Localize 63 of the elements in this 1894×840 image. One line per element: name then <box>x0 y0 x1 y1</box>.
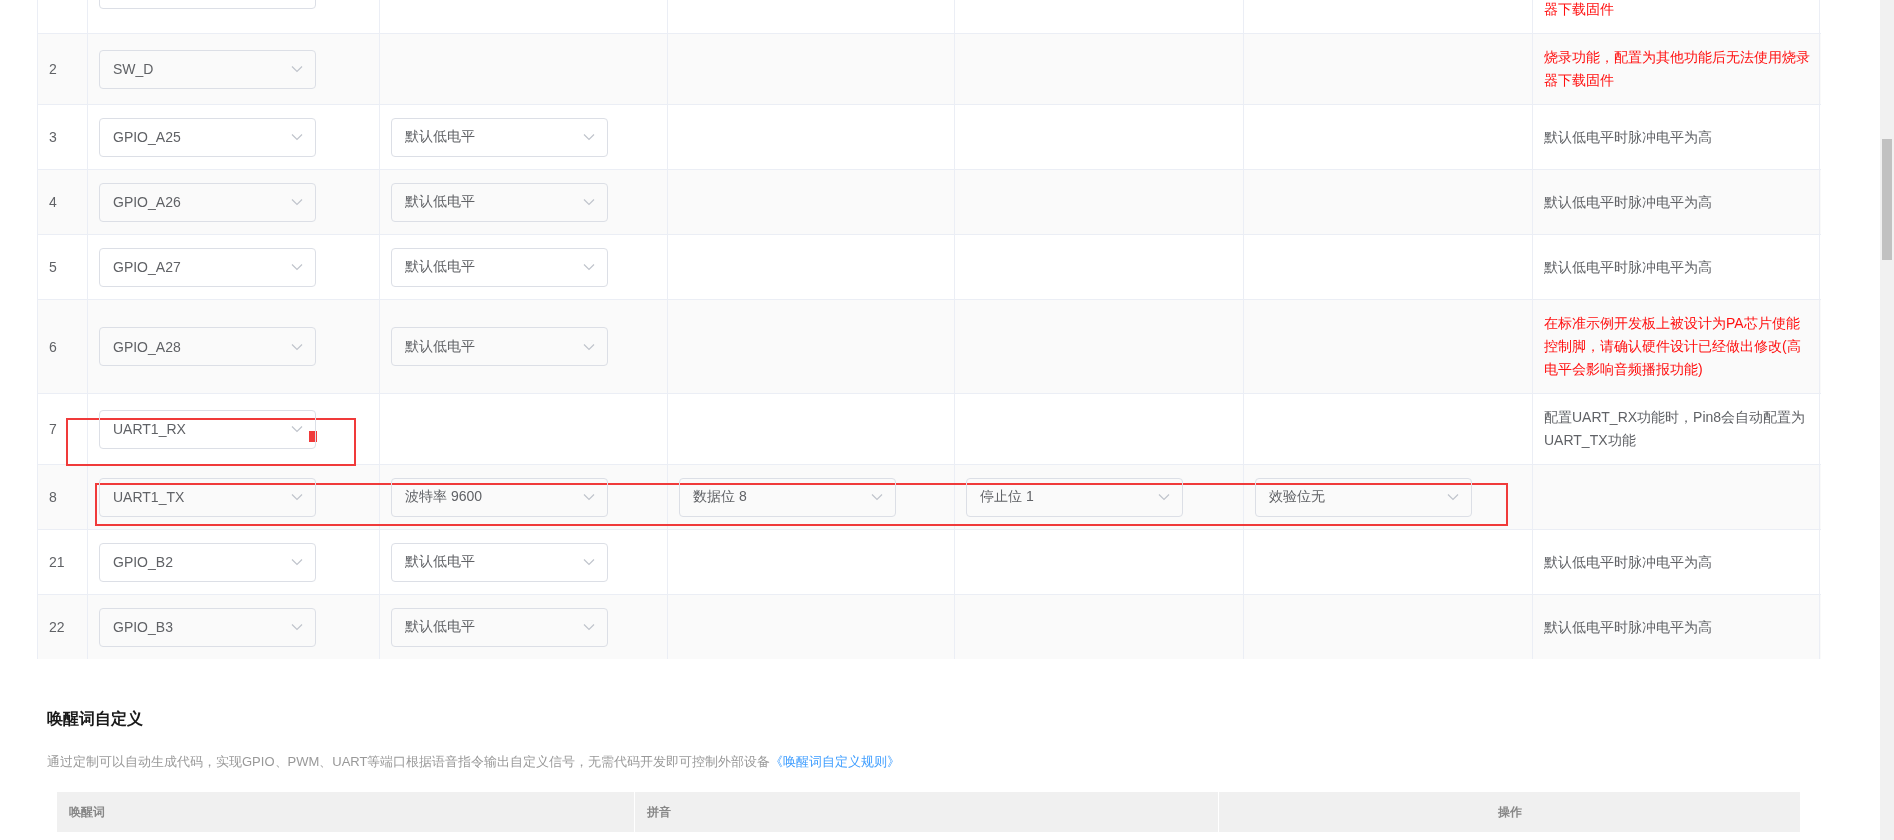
chevron-down-icon <box>291 263 303 271</box>
chevron-down-icon <box>1158 493 1170 501</box>
pin-note: 默认低电平时脉冲电平为高 <box>1544 127 1712 147</box>
scrollbar[interactable] <box>1880 0 1894 840</box>
section-title: 唤醒词自定义 <box>47 709 144 729</box>
function-select[interactable]: GPIO_A26 <box>99 182 316 222</box>
pin-note: 烧录功能，配置为其他功能后无法使用烧录器下载固件 <box>1544 48 1811 90</box>
setting-select[interactable]: 默认低电平 <box>391 117 608 157</box>
setting-select[interactable]: 默认低电平 <box>391 607 608 647</box>
setting-select[interactable]: 效验位无 <box>1255 477 1472 517</box>
function-select[interactable]: GPIO_A27 <box>99 247 316 287</box>
pin-number: 22 <box>49 619 65 635</box>
function-select[interactable]: UART1_TX <box>99 477 316 517</box>
pin-note: 器下载固件 <box>1544 0 1614 19</box>
function-select[interactable]: UART1_RX <box>99 409 316 449</box>
chevron-down-icon <box>291 425 303 433</box>
pin-number: 21 <box>49 554 65 570</box>
marker-icon <box>309 431 317 442</box>
pin-number: 5 <box>49 259 57 275</box>
pin-note: 默认低电平时脉冲电平为高 <box>1544 617 1712 637</box>
chevron-down-icon <box>583 133 595 141</box>
setting-select[interactable]: 默认低电平 <box>391 542 608 582</box>
setting-select[interactable]: 默认低电平 <box>391 327 608 366</box>
column-header: 操作 <box>1497 803 1522 821</box>
chevron-down-icon <box>583 623 595 631</box>
chevron-down-icon <box>583 558 595 566</box>
setting-select[interactable]: 默认低电平 <box>391 182 608 222</box>
function-select[interactable]: GPIO_A28 <box>99 327 316 366</box>
pin-note: 在标准示例开发板上被设计为PA芯片使能控制脚，请确认硬件设计已经做出修改(高电平会影响音频播报功能) <box>1544 314 1802 379</box>
chevron-down-icon <box>871 493 883 501</box>
pin-note: 配置UART_RX功能时，Pin8会自动配置为UART_TX功能 <box>1544 408 1807 450</box>
chevron-down-icon <box>291 623 303 631</box>
chevron-down-icon <box>1447 493 1459 501</box>
chevron-down-icon <box>291 198 303 206</box>
pin-number: 2 <box>49 61 57 77</box>
column-header: 拼音 <box>647 803 671 821</box>
pin-note: 默认低电平时脉冲电平为高 <box>1544 192 1712 212</box>
chevron-down-icon <box>291 133 303 141</box>
chevron-down-icon <box>583 198 595 206</box>
scrollbar-thumb[interactable] <box>1882 139 1892 260</box>
chevron-down-icon <box>291 493 303 501</box>
chevron-down-icon <box>583 263 595 271</box>
chevron-down-icon <box>291 558 303 566</box>
chevron-down-icon <box>291 342 303 351</box>
function-select[interactable]: GPIO_B3 <box>99 607 316 647</box>
pin-number: 7 <box>49 421 57 437</box>
pin-number: 6 <box>49 338 57 355</box>
setting-select[interactable]: 默认低电平 <box>391 247 608 287</box>
column-header: 唤醒词 <box>69 803 105 821</box>
chevron-down-icon <box>583 493 595 501</box>
function-select[interactable]: GPIO_B2 <box>99 542 316 582</box>
setting-select[interactable]: 数据位 8 <box>679 477 896 517</box>
chevron-down-icon <box>583 342 595 351</box>
pin-note: 默认低电平时脉冲电平为高 <box>1544 257 1712 277</box>
chevron-down-icon <box>291 65 303 73</box>
setting-select[interactable]: 停止位 1 <box>966 477 1183 517</box>
function-select[interactable]: GPIO_A25 <box>99 117 316 157</box>
pin-number: 3 <box>49 129 57 145</box>
pin-note: 默认低电平时脉冲电平为高 <box>1544 552 1712 572</box>
pin-number: 8 <box>49 489 57 505</box>
setting-select[interactable]: 波特率 9600 <box>391 477 608 517</box>
function-select[interactable]: SW_D <box>99 49 316 89</box>
pin-number: 4 <box>49 194 57 210</box>
